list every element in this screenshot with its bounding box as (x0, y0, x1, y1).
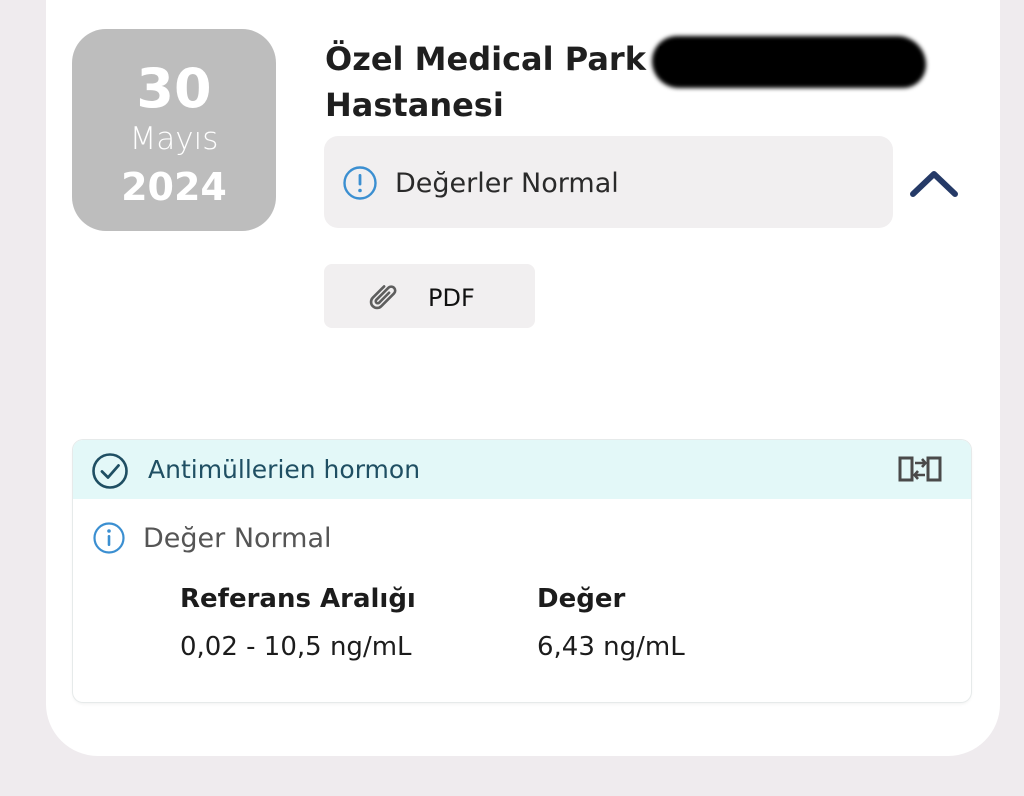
pdf-button[interactable]: PDF (324, 264, 535, 328)
date-year: 2024 (121, 165, 227, 209)
test-header[interactable]: Antimüllerien hormon (73, 440, 971, 499)
hospital-name-line-2: Hastanesi (325, 86, 504, 124)
results-status-text: Değerler Normal (395, 168, 619, 199)
info-circle-icon (343, 166, 377, 200)
date-tile: 30 Mayıs 2024 (72, 29, 276, 231)
test-result-card: Antimüllerien hormon Değer Normal Refera… (73, 440, 971, 702)
date-month: Mayıs (129, 121, 219, 157)
pdf-label: PDF (428, 284, 475, 312)
compare-arrows-icon[interactable] (896, 452, 944, 486)
redaction-mark (652, 36, 926, 88)
reference-range-header: Referans Aralığı (180, 584, 416, 614)
check-circle-icon (92, 453, 128, 489)
value-value: 6,43 ng/mL (537, 632, 685, 662)
chevron-up-icon (910, 171, 958, 197)
value-header: Değer (537, 584, 626, 614)
info-circle-icon (93, 522, 125, 554)
reference-range-value: 0,02 - 10,5 ng/mL (180, 632, 412, 662)
paperclip-icon (369, 285, 397, 310)
value-status-text: Değer Normal (143, 523, 332, 554)
collapse-button[interactable] (906, 160, 962, 206)
date-day: 30 (136, 57, 212, 120)
test-name: Antimüllerien hormon (148, 455, 421, 484)
